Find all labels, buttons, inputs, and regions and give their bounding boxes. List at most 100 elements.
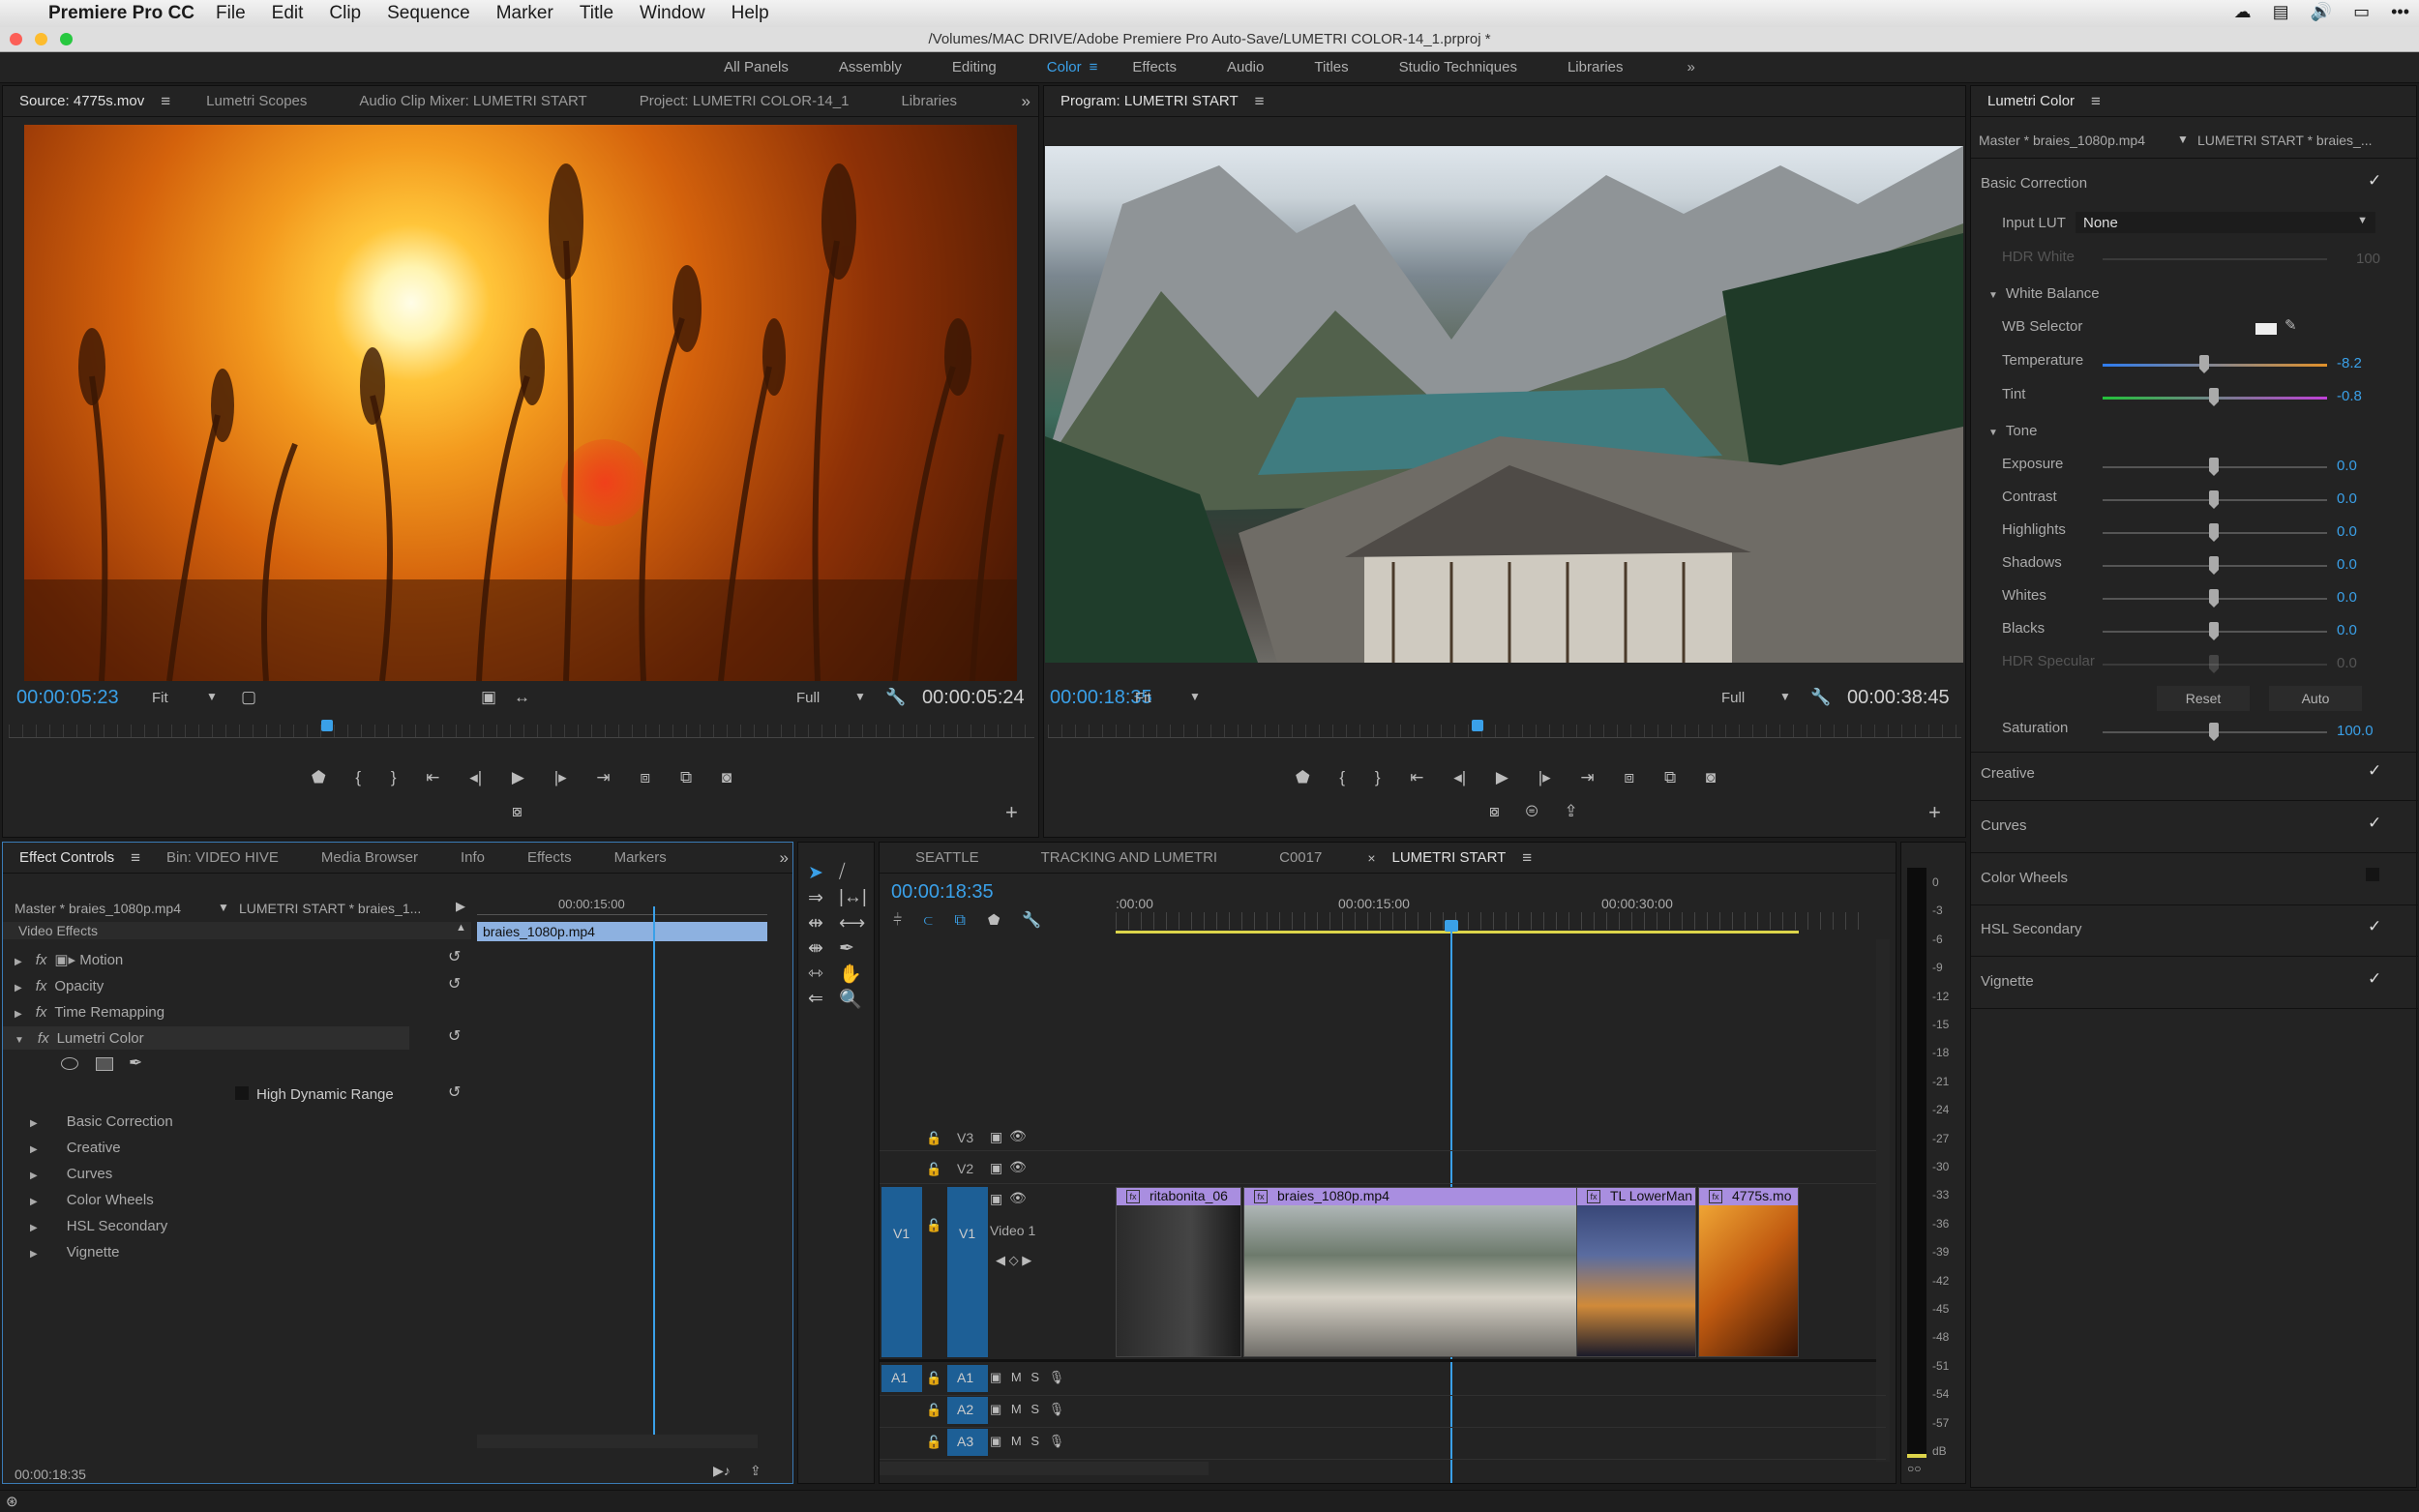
- workspace-menu-icon[interactable]: ≡: [1090, 59, 1098, 75]
- more-icon[interactable]: •••: [2391, 2, 2409, 22]
- tone-slider-knob[interactable]: [2209, 556, 2219, 575]
- tone-slider-knob[interactable]: [2209, 490, 2219, 509]
- program-fit-dropdown[interactable]: Fit: [1135, 690, 1151, 706]
- chevron-down-icon[interactable]: ▼: [206, 690, 218, 703]
- show-timeline-icon[interactable]: ▶: [456, 899, 465, 914]
- tone-value[interactable]: 0.0: [2337, 589, 2357, 606]
- chevron-down-icon[interactable]: ▼: [218, 901, 229, 914]
- tone-header[interactable]: ▼ Tone: [1988, 423, 2037, 439]
- timeline-vertical-scrollbar[interactable]: [1876, 939, 1890, 1462]
- play-icon[interactable]: ▶: [1496, 768, 1508, 786]
- tab-source[interactable]: Source: 4775s.mov: [3, 93, 161, 109]
- rolling-edit-tool-icon[interactable]: ⇼: [808, 937, 823, 960]
- tab-lumetri-scopes[interactable]: Lumetri Scopes: [190, 93, 323, 109]
- comparison-view-icon[interactable]: ⧇: [1489, 802, 1500, 820]
- mark-out-icon[interactable]: }: [1375, 768, 1381, 786]
- program-playhead[interactable]: [1471, 720, 1483, 731]
- close-window-button[interactable]: [10, 33, 22, 45]
- creative-header[interactable]: Creative: [1981, 765, 2035, 782]
- color-wheels-header[interactable]: Color Wheels: [1981, 870, 2068, 886]
- lock-icon[interactable]: 🔓: [926, 1435, 941, 1450]
- pen-mask-icon[interactable]: ✒: [129, 1053, 142, 1073]
- creative-cloud-status-icon[interactable]: ⊛: [6, 1493, 18, 1510]
- wrench-icon[interactable]: 🔧: [885, 688, 906, 707]
- pen-tool-icon[interactable]: ✒: [839, 937, 854, 960]
- source-playhead[interactable]: [320, 720, 333, 731]
- insert-nest-icon[interactable]: ⫩: [893, 912, 902, 929]
- close-tab-icon[interactable]: ×: [1367, 850, 1375, 866]
- wb-swatch[interactable]: [2255, 323, 2277, 335]
- reset-button[interactable]: Reset: [2157, 686, 2250, 711]
- slide-tool-icon[interactable]: ⟷: [839, 912, 865, 934]
- tone-value[interactable]: 0.0: [2337, 523, 2357, 540]
- expand-triangle-icon[interactable]: ▶: [30, 1223, 38, 1233]
- input-lut-dropdown[interactable]: None ▼: [2076, 212, 2375, 233]
- workspace-color[interactable]: Color: [1047, 59, 1082, 75]
- white-balance-header[interactable]: ▼ White Balance: [1988, 285, 2100, 302]
- toggle-sync-icon[interactable]: ▣: [990, 1129, 1002, 1145]
- expand-triangle-icon[interactable]: ▶: [30, 1249, 38, 1260]
- export-icon[interactable]: ⇪: [750, 1463, 762, 1479]
- reset-icon[interactable]: ↺: [448, 1082, 461, 1102]
- vr-video-icon[interactable]: ⇪: [1564, 802, 1577, 820]
- a1-source-patch[interactable]: A1: [881, 1365, 922, 1392]
- workspace-editing[interactable]: Editing: [952, 59, 997, 75]
- menu-marker[interactable]: Marker: [496, 3, 553, 24]
- menu-edit[interactable]: Edit: [272, 3, 304, 24]
- mark-in-icon[interactable]: {: [1339, 768, 1345, 786]
- color-wheels-checkbox[interactable]: [2366, 868, 2379, 881]
- workspace-assembly[interactable]: Assembly: [839, 59, 902, 75]
- tab-effects[interactable]: Effects: [511, 849, 588, 866]
- tabs-overflow-icon[interactable]: »: [1022, 92, 1030, 111]
- tab-program[interactable]: Program: LUMETRI START: [1044, 93, 1255, 109]
- tab-seattle[interactable]: SEATTLE: [899, 849, 996, 866]
- razor-tool-icon[interactable]: ⧸: [839, 862, 845, 883]
- toggle-sync-icon[interactable]: ▣: [990, 1160, 1002, 1176]
- saturation-value[interactable]: 100.0: [2337, 723, 2374, 739]
- basic-correction-checkbox[interactable]: ✓: [2368, 171, 2381, 191]
- lumetri-sequence-clip[interactable]: LUMETRI START * braies_...: [2197, 133, 2373, 148]
- tone-value[interactable]: 0.0: [2337, 622, 2357, 638]
- step-back-icon[interactable]: ◂|: [469, 768, 482, 786]
- add-marker-icon[interactable]: ⬟: [312, 768, 326, 786]
- workspace-effects[interactable]: Effects: [1132, 59, 1177, 75]
- tab-effect-controls[interactable]: Effect Controls: [3, 849, 131, 866]
- solo-icon[interactable]: ○○: [1907, 1462, 1922, 1475]
- linked-selection-icon[interactable]: ⧉: [954, 912, 965, 929]
- go-to-in-icon[interactable]: ⇤: [426, 768, 439, 786]
- add-button-icon[interactable]: +: [1928, 800, 1941, 825]
- temperature-slider-knob[interactable]: [2199, 355, 2209, 373]
- clipboard-icon[interactable]: ▤: [2273, 2, 2289, 22]
- basic-correction-header[interactable]: Basic Correction: [1981, 175, 2087, 192]
- go-to-out-icon[interactable]: ⇥: [1580, 768, 1594, 786]
- effect-lumetri-color[interactable]: ▼ fx Lumetri Color: [15, 1030, 144, 1047]
- clip-ritabonita[interactable]: fx ritabonita_06: [1116, 1187, 1241, 1357]
- hsl-secondary-header[interactable]: HSL Secondary: [1981, 921, 2082, 937]
- step-forward-icon[interactable]: |▸: [1538, 768, 1551, 786]
- audio-track-target[interactable]: A3: [947, 1429, 988, 1456]
- info-icon[interactable]: ▢: [241, 688, 256, 707]
- tab-info[interactable]: Info: [444, 849, 501, 866]
- menu-window[interactable]: Window: [640, 3, 705, 24]
- toggle-sync-icon[interactable]: ▣: [990, 1191, 1002, 1207]
- source-timecode[interactable]: 00:00:05:23: [16, 687, 119, 709]
- lift-icon[interactable]: ⧈: [1624, 768, 1634, 786]
- scroll-up-icon[interactable]: ▲: [456, 922, 466, 934]
- tab-audio-clip-mixer[interactable]: Audio Clip Mixer: LUMETRI START: [343, 93, 603, 109]
- track-v3[interactable]: V3: [957, 1130, 973, 1145]
- panel-menu-icon[interactable]: ≡: [1255, 92, 1265, 111]
- tab-media-browser[interactable]: Media Browser: [305, 849, 434, 866]
- timeline-horizontal-scrollbar[interactable]: [880, 1462, 1209, 1475]
- expand-triangle-icon[interactable]: ▶: [30, 1171, 38, 1181]
- lock-icon[interactable]: 🔓: [926, 1162, 941, 1177]
- tone-value[interactable]: 0.0: [2337, 458, 2357, 474]
- chevron-down-icon[interactable]: ▼: [2177, 133, 2189, 146]
- workspace-audio[interactable]: Audio: [1227, 59, 1264, 75]
- audio-track-controls[interactable]: ▣ M S 🎙: [990, 1402, 1064, 1417]
- workspace-studio-techniques[interactable]: Studio Techniques: [1399, 59, 1517, 75]
- hand-tool-icon[interactable]: ✋: [839, 963, 862, 986]
- temperature-slider[interactable]: [2103, 364, 2327, 367]
- lumetri-sub-effect[interactable]: ▶ Color Wheels: [30, 1192, 154, 1208]
- reset-icon[interactable]: ↺: [448, 947, 461, 966]
- rate-stretch-tool-icon[interactable]: ⇿: [808, 963, 823, 985]
